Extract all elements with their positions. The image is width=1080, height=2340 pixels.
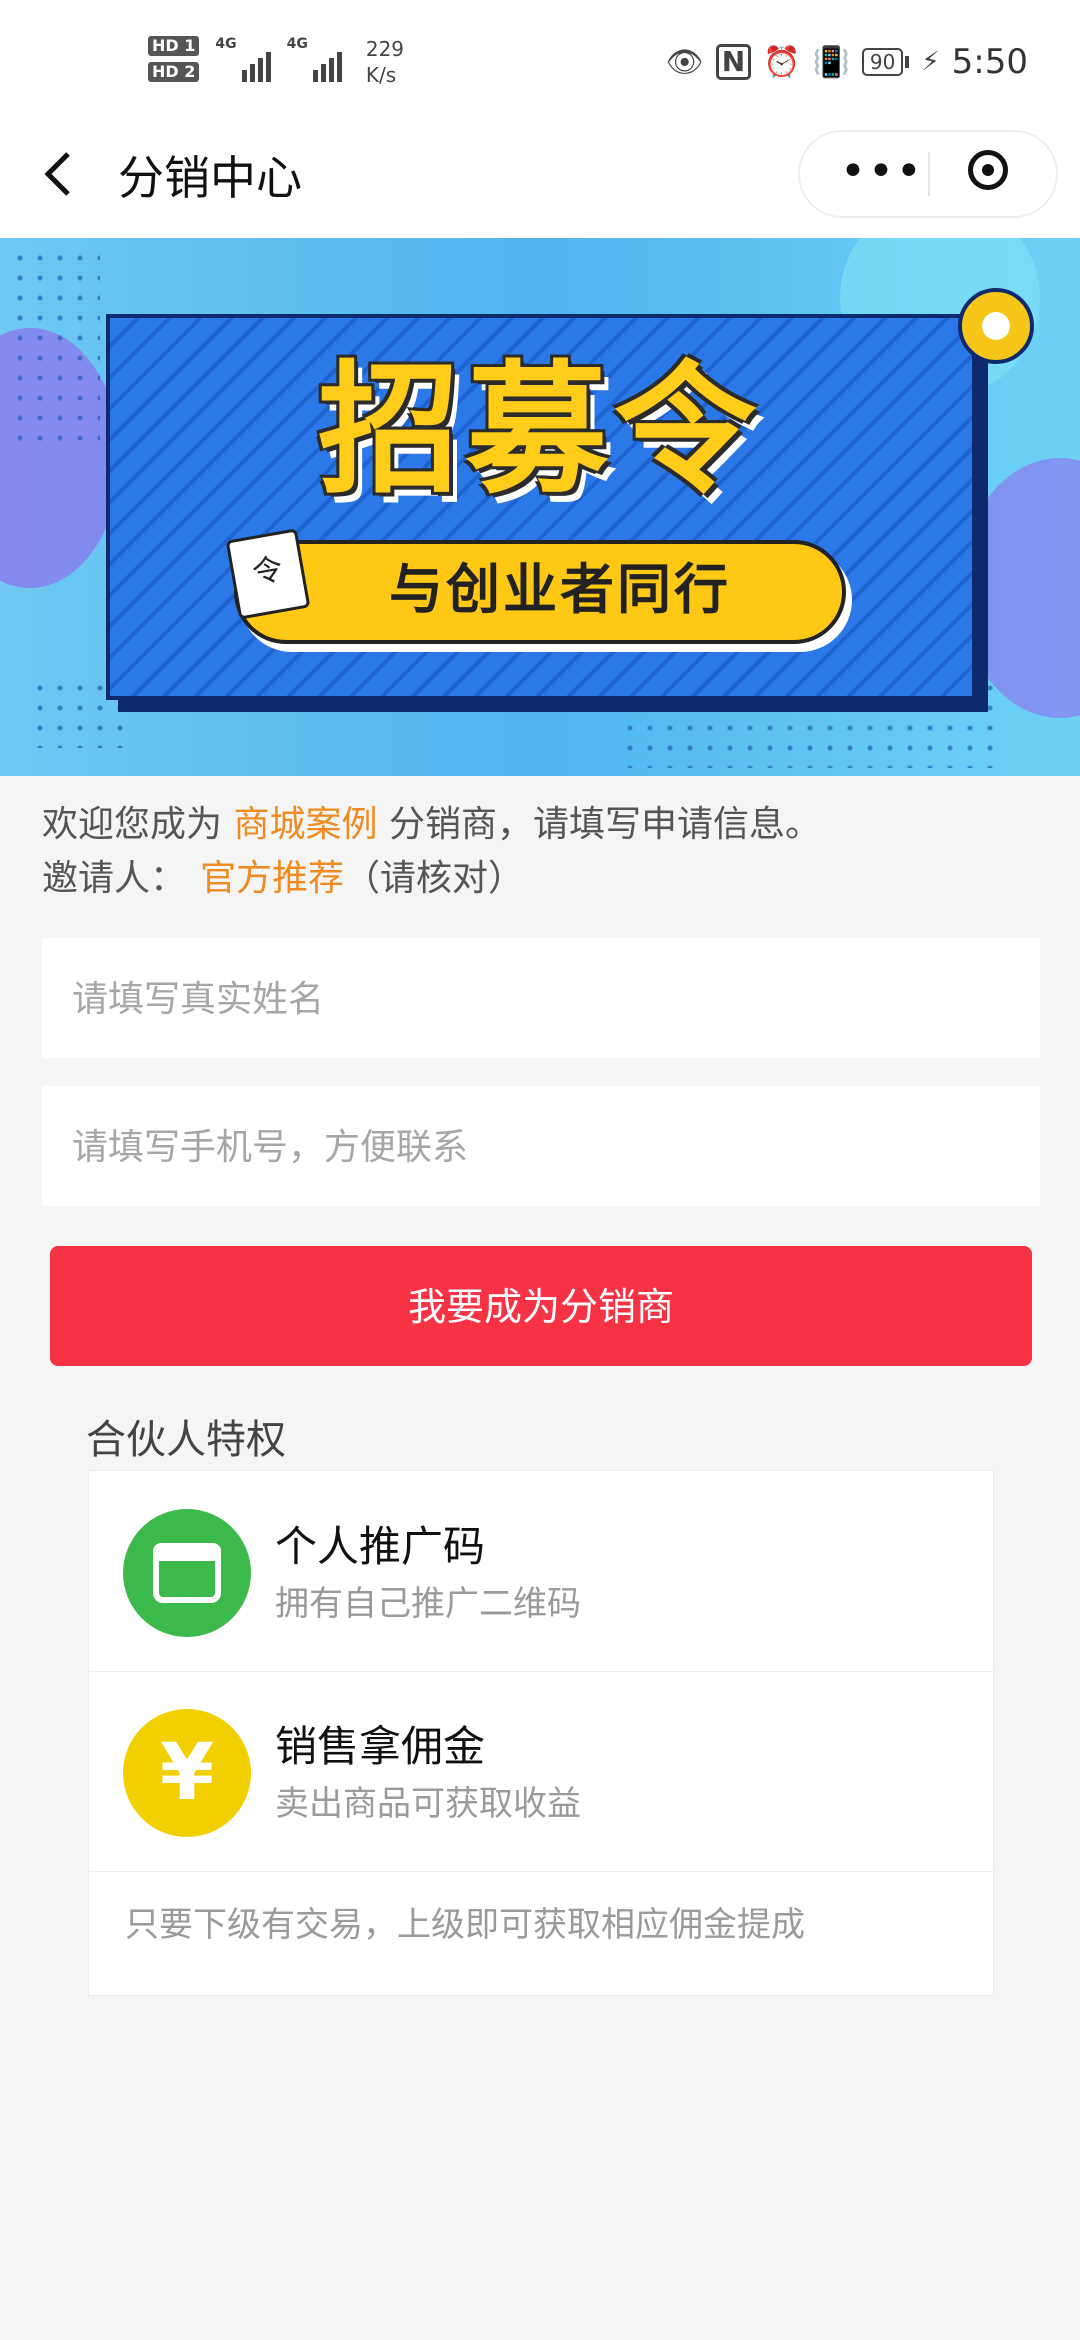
store-icon [123, 1509, 251, 1637]
name-field [42, 938, 1040, 1060]
hd2-badge: HD 2 [148, 62, 200, 82]
become-distributor-button[interactable]: 我要成为分销商 [50, 1246, 1032, 1366]
status-bar: HD 1 HD 2 4G 4G 229 K/s 👁 N ⏰ 📳 90 ⚡ 5:5… [0, 0, 1080, 130]
inviter-label: 邀请人： [42, 858, 187, 899]
ling-badge-icon: 令 [225, 528, 311, 620]
hd-badges: HD 1 HD 2 [148, 36, 200, 82]
yen-icon: ¥ [123, 1709, 251, 1837]
battery-level: 90 [861, 48, 904, 76]
more-menu-icon[interactable]: ••• [840, 150, 924, 194]
privileges-note: 只要下级有交易，上级即可获取相应佣金提成 [125, 1905, 805, 1945]
mini-program-capsule: ••• [798, 130, 1058, 218]
eye-icon: 👁 [665, 44, 704, 80]
signal-icon-2: 4G [287, 36, 342, 82]
clock: 5:50 [951, 42, 1028, 82]
inviter-line: 邀请人： 官方推荐（请核对） [42, 852, 821, 906]
network-type-1: 4G [215, 36, 237, 52]
close-mini-program-icon[interactable] [968, 150, 1008, 190]
banner-title: 招募令 [318, 348, 762, 513]
inviter-name: 官方推荐 [200, 858, 345, 899]
back-arrow-icon[interactable] [40, 146, 76, 214]
signal-icon: 4G [215, 36, 271, 82]
battery-icon: 90 [861, 48, 910, 76]
alarm-icon: ⏰ [763, 44, 801, 80]
network-speed: 229 K/s [366, 36, 404, 88]
vibrate-icon: 📳 [812, 44, 850, 80]
intro-text: 欢迎您成为 商城案例 分销商，请填写申请信息。 邀请人： 官方推荐（请核对） [42, 798, 821, 906]
phone-field [42, 1086, 1040, 1208]
privilege-item: ¥ 销售拿佣金 卖出商品可获取收益 [89, 1671, 993, 1872]
privilege-item: 个人推广码 拥有自己推广二维码 [89, 1471, 993, 1672]
welcome-line: 欢迎您成为 商城案例 分销商，请填写申请信息。 [42, 798, 821, 852]
banner-slogan: 与创业者同行 [389, 558, 731, 621]
shop-name: 商城案例 [233, 804, 378, 845]
charging-icon: ⚡ [921, 47, 940, 77]
capsule-divider [928, 152, 930, 196]
privileges-title: 合伙人特权 [86, 1417, 286, 1463]
yen-symbol: ¥ [159, 1728, 215, 1818]
network-speed-unit: K/s [365, 63, 397, 87]
recruit-banner: 招募令 与创业者同行 令 [0, 238, 1080, 776]
status-bar-right: 👁 N ⏰ 📳 90 ⚡ 5:50 [666, 42, 1028, 82]
nfc-icon: N [715, 44, 752, 80]
privilege-desc: 卖出商品可获取收益 [275, 1784, 581, 1824]
privilege-name: 销售拿佣金 [275, 1722, 486, 1771]
nav-bar: 分销中心 ••• [0, 130, 1080, 238]
inviter-note: （请核对） [344, 858, 525, 899]
name-input[interactable] [70, 938, 1016, 1060]
status-bar-left: HD 1 HD 2 4G 4G 229 K/s [148, 36, 404, 88]
welcome-prefix: 欢迎您成为 [42, 804, 223, 845]
phone-input[interactable] [70, 1086, 1016, 1208]
page-title: 分销中心 [118, 151, 302, 205]
privileges-card: 个人推广码 拥有自己推广二维码 ¥ 销售拿佣金 卖出商品可获取收益 只要下级有交… [88, 1470, 994, 1996]
decorative-dot-icon [958, 288, 1034, 364]
privilege-desc: 拥有自己推广二维码 [275, 1584, 581, 1624]
network-speed-value: 229 [365, 37, 405, 61]
network-type-2: 4G [286, 36, 308, 52]
welcome-suffix: 分销商，请填写申请信息。 [388, 804, 821, 845]
privilege-name: 个人推广码 [275, 1522, 486, 1571]
hd1-badge: HD 1 [148, 36, 200, 56]
